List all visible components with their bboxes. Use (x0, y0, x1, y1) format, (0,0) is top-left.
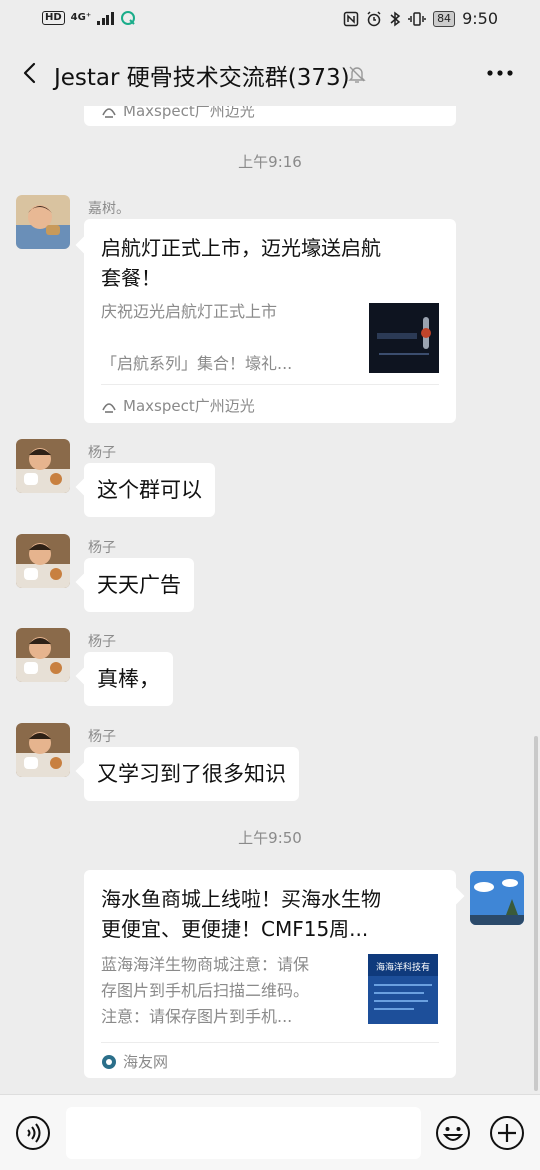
card-thumbnail: 海海洋科技有 (368, 954, 438, 1024)
nfc-icon (343, 11, 359, 26)
card-title-line: 更便宜、更便捷！CMF15周... (101, 917, 369, 941)
text-message[interactable]: 这个群可以 (84, 463, 215, 517)
card-title-line: 海水鱼商城上线啦！买海水生物 (101, 887, 381, 911)
more-options-icon[interactable] (486, 62, 514, 84)
hd-badge: HD (42, 11, 65, 25)
status-time: 9:50 (462, 9, 498, 28)
card-source: 海友网 (101, 1051, 168, 1072)
sender-name: 嘉树。 (88, 201, 130, 217)
status-left: HD 4G⁺ (42, 10, 136, 26)
card-source: Maxspect广州迈光 (101, 106, 255, 121)
card-thumbnail (369, 303, 439, 373)
status-bar: HD 4G⁺ 84 9:50 (0, 0, 540, 40)
card-description: 庆祝迈光启航灯正式上市 「启航系列」集合！壕礼... (101, 299, 292, 377)
avatar-yangzi[interactable] (16, 723, 70, 777)
maxspect-logo-icon (102, 107, 116, 118)
battery-icon: 84 (433, 10, 456, 27)
avatar-jiashu[interactable] (16, 195, 70, 249)
bluetooth-icon (390, 11, 401, 26)
card-source-label: Maxspect广州迈光 (123, 397, 255, 415)
card-desc-line: 存图片到手机后扫描二维码。 (101, 981, 310, 1000)
add-icon[interactable] (489, 1115, 525, 1151)
sender-name: 杨子 (88, 445, 116, 461)
message-list[interactable]: Maxspect广州迈光 上午9:16 嘉树。 启航灯正式上市，迈光壕送启航 套… (0, 106, 540, 1094)
card-title: 启航灯正式上市，迈光壕送启航 套餐！ (101, 233, 441, 293)
alarm-icon (367, 10, 381, 26)
signal-icon (97, 11, 114, 25)
card-divider (101, 1042, 439, 1043)
card-title-line: 套餐！ (101, 266, 161, 290)
message-input[interactable] (66, 1107, 421, 1159)
data-saver-icon (120, 11, 135, 25)
avatar-yangzi[interactable] (16, 628, 70, 682)
timestamp: 上午9:50 (238, 829, 302, 847)
link-card-qihang[interactable]: 启航灯正式上市，迈光壕送启航 套餐！ 庆祝迈光启航灯正式上市 「启航系列」集合！… (84, 219, 456, 423)
card-title: 海水鱼商城上线啦！买海水生物 更便宜、更便捷！CMF15周... (101, 884, 441, 944)
timestamp: 上午9:16 (238, 153, 302, 171)
card-divider (101, 384, 439, 385)
card-desc-line: 注意：请保存图片到手机... (101, 1007, 293, 1026)
avatar-yangzi[interactable] (16, 439, 70, 493)
card-desc-line: 庆祝迈光启航灯正式上市 (101, 302, 278, 321)
card-title-line: 启航灯正式上市，迈光壕送启航 (101, 236, 381, 260)
haiyou-logo-icon (102, 1054, 116, 1069)
avatar-yangzi[interactable] (16, 534, 70, 588)
chat-header: Jestar 硬骨技术交流群(373) (0, 40, 540, 106)
avatar-self[interactable] (470, 871, 524, 925)
mute-bell-icon (348, 66, 366, 83)
card-description: 蓝海海洋生物商城注意：请保 存图片到手机后扫描二维码。 注意：请保存图片到手机.… (101, 952, 309, 1030)
voice-input-icon[interactable] (15, 1115, 51, 1151)
scrollbar[interactable] (534, 736, 538, 1091)
card-source-label: 海友网 (123, 1053, 169, 1071)
card-source-label: Maxspect广州迈光 (123, 106, 255, 120)
input-bar (0, 1094, 540, 1170)
partial-link-card[interactable]: Maxspect广州迈光 (84, 106, 456, 126)
card-desc-line: 「启航系列」集合！壕礼... (101, 354, 293, 373)
text-message[interactable]: 又学习到了很多知识 (84, 747, 299, 801)
maxspect-logo-icon (102, 402, 116, 413)
link-card-haiyou[interactable]: 海水鱼商城上线啦！买海水生物 更便宜、更便捷！CMF15周... 蓝海海洋生物商… (84, 870, 456, 1078)
vibrate-icon (408, 11, 426, 26)
card-source: Maxspect广州迈光 (101, 395, 255, 416)
thumbnail-text: 海海洋科技有 (376, 961, 430, 973)
sender-name: 杨子 (88, 729, 116, 745)
emoji-icon[interactable] (435, 1115, 471, 1151)
text-message[interactable]: 天天广告 (84, 558, 194, 612)
text-message[interactable]: 真棒， (84, 652, 173, 706)
sender-name: 杨子 (88, 540, 116, 556)
back-icon[interactable] (20, 62, 42, 84)
network-type: 4G⁺ (70, 12, 92, 23)
card-desc-line: 蓝海海洋生物商城注意：请保 (101, 955, 310, 974)
sender-name: 杨子 (88, 634, 116, 650)
chat-title: Jestar 硬骨技术交流群(373) (54, 65, 350, 91)
status-right: 84 9:50 (343, 9, 498, 28)
